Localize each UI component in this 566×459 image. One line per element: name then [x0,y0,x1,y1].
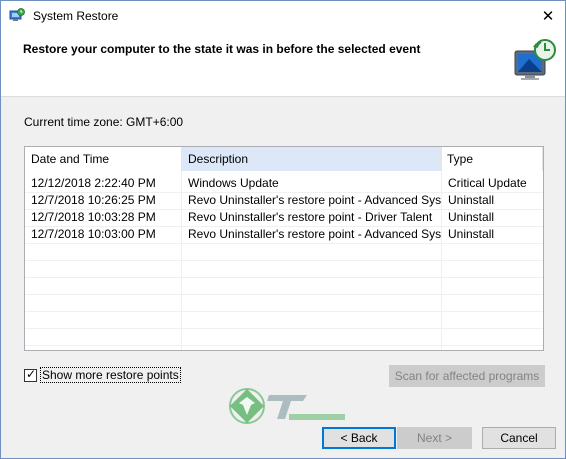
cell-description: Windows Update [188,176,279,190]
checkbox-box[interactable]: ✓ [24,366,37,382]
check-icon: ✓ [26,366,37,381]
show-more-label[interactable]: Show more restore points [40,367,181,383]
cancel-button[interactable]: Cancel [482,427,556,449]
cell-description: Revo Uninstaller's restore point - Advan… [188,193,441,207]
table-row[interactable]: 12/12/2018 2:22:40 PM Windows Update Criti… [25,175,543,192]
timezone-label: Current time zone: GMT+6:00 [24,115,184,129]
sort-caret-icon: ⌵ [101,153,108,162]
column-header-description[interactable]: Description [182,147,441,171]
cell-date-time: 12/7/2018 10:03:00 PM [31,227,156,241]
row-gridline [25,277,543,278]
table-row[interactable]: 12/7/2018 10:03:28 PM Revo Uninstaller's … [25,209,543,226]
table-header: Date and Time ⌵ Description Type [25,147,543,171]
back-button[interactable]: < Back [322,427,396,449]
cell-type: Critical Update [448,176,527,190]
header-title: Restore your computer to the state it wa… [23,42,421,56]
cell-date-time: 12/7/2018 10:03:28 PM [31,210,156,224]
table-row[interactable]: 12/7/2018 10:03:00 PM Revo Uninstaller's … [25,226,543,243]
cell-type: Uninstall [448,210,495,224]
column-header-description-label: Description [188,152,249,166]
system-restore-monitor-icon [514,39,556,80]
row-gridline [25,192,543,193]
scan-affected-programs-button[interactable]: Scan for affected programs [389,365,545,387]
row-gridline [25,260,543,261]
table-row[interactable]: 12/7/2018 10:26:25 PM Revo Uninstaller's … [25,192,543,209]
techclassy-logo [229,388,345,424]
cell-description: Revo Uninstaller's restore point - Drive… [188,210,433,224]
cell-type: Uninstall [448,227,495,241]
column-header-date-label: Date and Time [31,152,110,166]
title-bar: System Restore ✕ [1,1,565,32]
system-restore-icon [9,8,25,21]
show-more-restore-points-checkbox[interactable]: ✓ Show more restore points [24,367,181,383]
cell-date-time: 12/7/2018 10:26:25 PM [31,193,156,207]
row-gridline [25,294,543,295]
close-icon: ✕ [541,8,555,25]
row-gridline [25,209,543,210]
row-gridline [25,226,543,227]
row-gridline [25,328,543,329]
cell-description: Revo Uninstaller's restore point - Advan… [188,227,441,241]
row-gridline [25,311,543,312]
cell-type: Uninstall [448,193,495,207]
close-button[interactable]: ✕ [531,1,565,31]
column-header-date[interactable]: Date and Time ⌵ [25,147,181,171]
system-restore-window: System Restore ✕ Restore your computer t… [0,0,566,459]
cell-date-time: 12/12/2018 2:22:40 PM [31,176,156,190]
row-gridline [25,243,543,244]
wizard-header: Restore your computer to the state it wa… [1,32,565,97]
restore-points-table[interactable]: Date and Time ⌵ Description Type 12/12/2… [24,146,544,351]
next-button[interactable]: Next > [397,427,472,449]
window-title: System Restore [33,9,119,23]
column-header-type-label: Type [447,152,474,166]
column-header-type[interactable]: Type [441,147,543,171]
row-gridline [25,345,543,346]
